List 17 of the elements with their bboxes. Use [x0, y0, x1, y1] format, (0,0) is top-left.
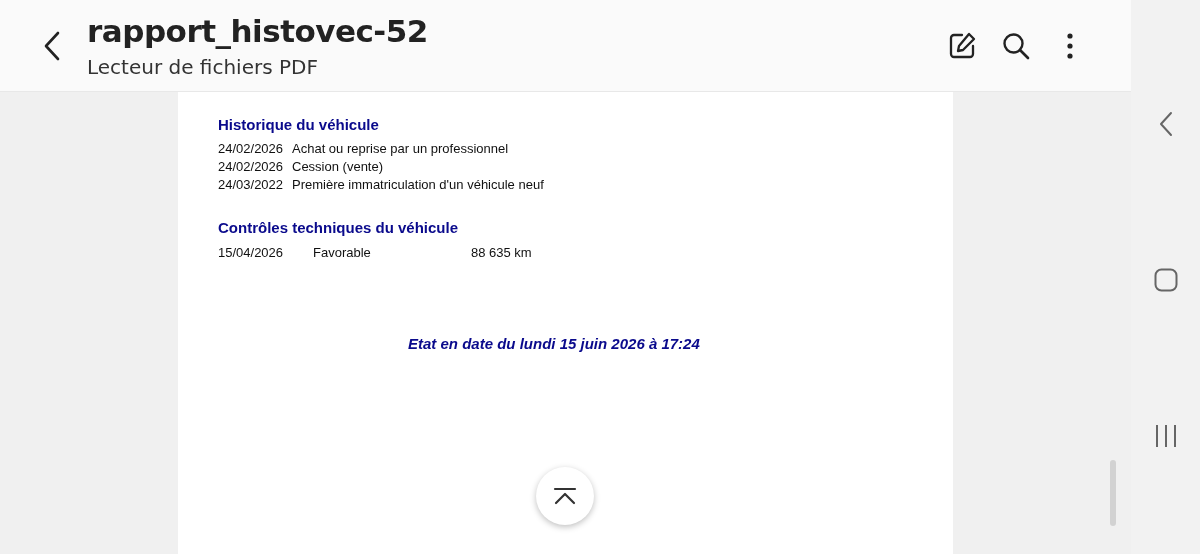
history-date: 24/02/2026	[218, 159, 285, 174]
scroll-to-top-icon	[553, 487, 577, 505]
history-date: 24/03/2022	[218, 177, 285, 192]
file-title: rapport_histovec-52	[87, 12, 429, 49]
history-event: Achat ou reprise par un professionnel	[292, 141, 510, 156]
inspection-date: 15/04/2026	[218, 245, 285, 260]
history-event: Première immatriculation d'un véhicule neuf	[292, 177, 544, 192]
section-heading: Contrôles techniques du véhicule	[218, 219, 460, 236]
scroll-thumb[interactable]	[1110, 460, 1116, 526]
status-date: Etat en date du lundi 15 juin 2026 à 17:24	[408, 335, 701, 352]
inspection-result: Favorable	[313, 245, 372, 260]
history-event: Cession (vente)	[292, 159, 385, 174]
history-date: 24/02/2026	[218, 141, 285, 156]
app-subtitle: Lecteur de fichiers PDF	[87, 54, 319, 79]
home-icon[interactable]	[1151, 266, 1180, 294]
section-heading: Historique du véhicule	[218, 116, 380, 133]
inspection-mileage: 88 635 km	[471, 245, 532, 260]
